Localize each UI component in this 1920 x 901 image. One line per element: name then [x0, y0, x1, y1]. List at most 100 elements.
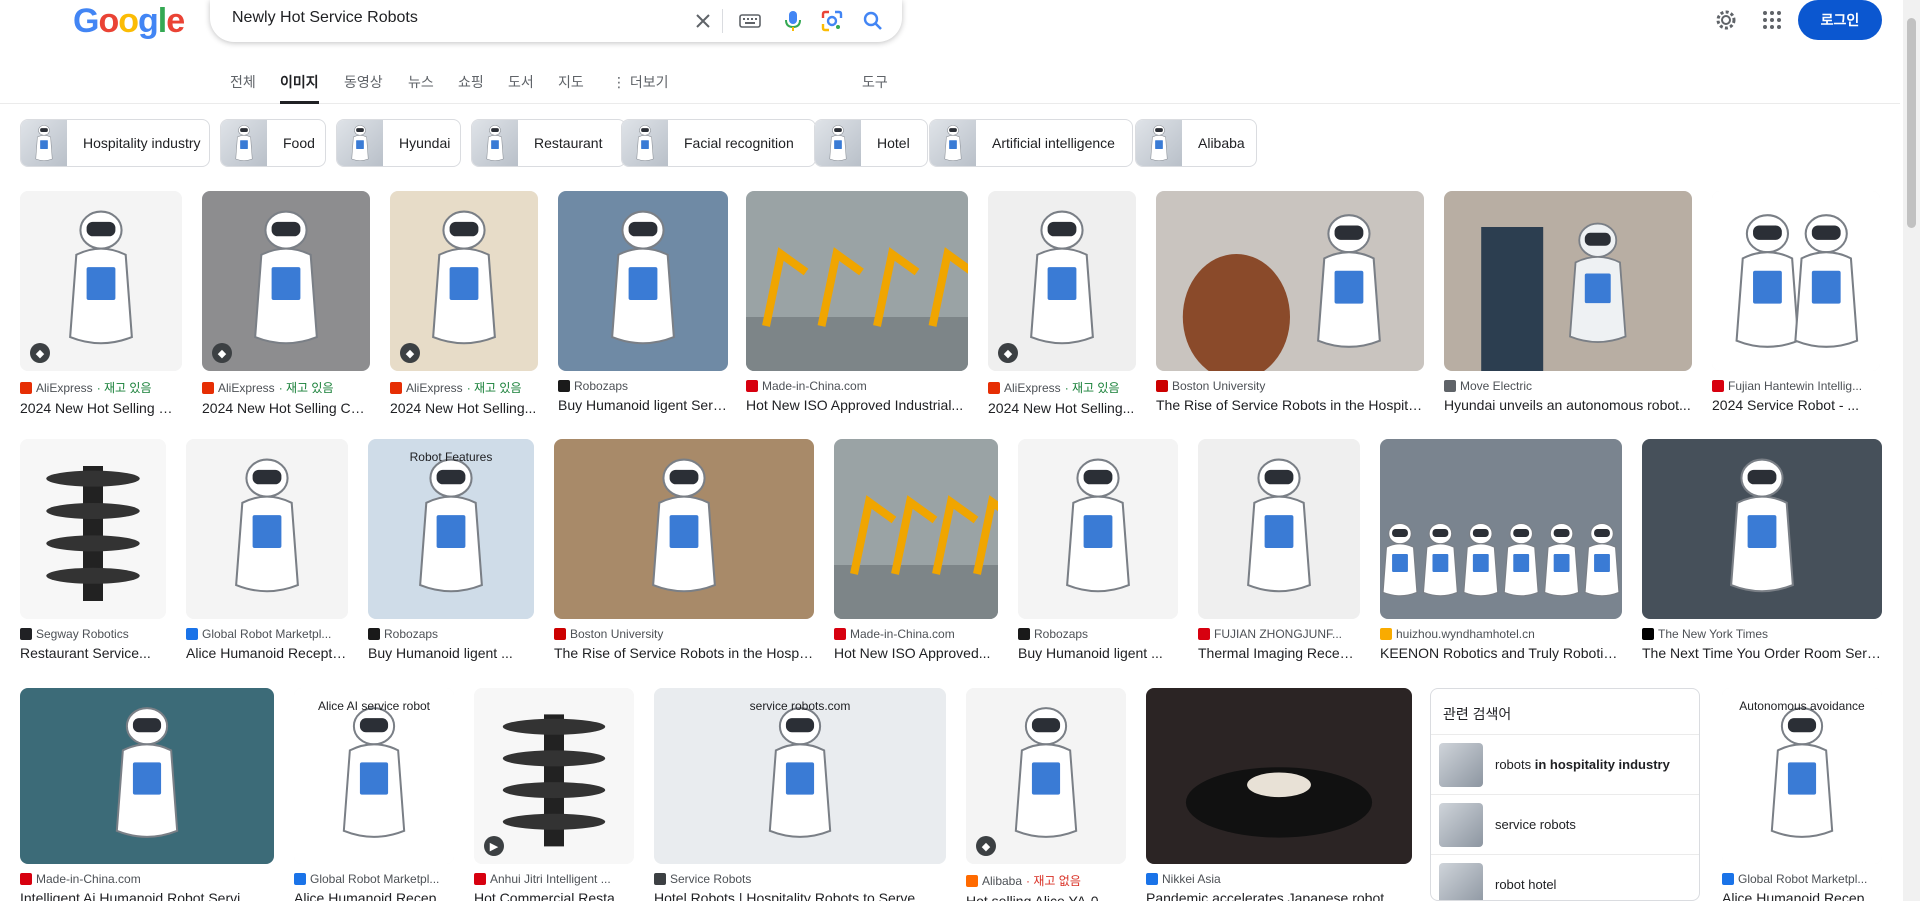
image-result-card[interactable]: Robozaps Buy Humanoid ligent ...	[1018, 439, 1178, 661]
result-thumbnail[interactable]: ▶	[474, 688, 634, 864]
result-title[interactable]: 2024 Service Robot - ...	[1712, 397, 1880, 413]
result-thumbnail[interactable]	[1642, 439, 1882, 619]
result-title[interactable]: Hot selling Alice YA-0...	[966, 893, 1126, 901]
result-source[interactable]: AliExpress · 재고 있음	[202, 379, 370, 396]
tab-maps[interactable]: 지도	[558, 72, 584, 104]
result-title[interactable]: Buy Humanoid ligent ...	[1018, 645, 1178, 661]
image-result-card[interactable]: Made-in-China.com Hot New ISO Approved...	[834, 439, 998, 661]
result-title[interactable]: Hotel Robots | Hospitality Robots to Ser…	[654, 890, 946, 901]
tab-books[interactable]: 도서	[508, 72, 534, 104]
result-title[interactable]: Restaurant Service...	[20, 645, 166, 661]
result-source[interactable]: Anhui Jitri Intelligent ...	[474, 872, 634, 886]
result-source[interactable]: Segway Robotics	[20, 627, 166, 641]
image-result-card[interactable]: FUJIAN ZHONGJUNF... Thermal Imaging Recep…	[1198, 439, 1360, 661]
result-title[interactable]: 2024 New Hot Selling...	[988, 400, 1136, 416]
result-title[interactable]: Alice Humanoid Reception...	[294, 890, 454, 901]
result-thumbnail[interactable]	[1198, 439, 1360, 619]
tab-shopping[interactable]: 쇼핑	[458, 72, 484, 104]
tab-news[interactable]: 뉴스	[408, 72, 434, 104]
tab-images[interactable]: 이미지	[280, 72, 319, 104]
result-title[interactable]: The Rise of Service Robots in the Hospit…	[554, 645, 814, 661]
image-result-card[interactable]: Segway Robotics Restaurant Service...	[20, 439, 166, 661]
search-box[interactable]: Newly Hot Service Robots	[210, 0, 902, 42]
tab-videos[interactable]: 동영상	[344, 72, 383, 104]
result-thumbnail[interactable]: ◆	[988, 191, 1136, 371]
result-title[interactable]: Hot Commercial Restaurant...	[474, 890, 634, 901]
result-source[interactable]: Global Robot Marketpl...	[294, 872, 454, 886]
filter-chip[interactable]: Artificial intelligence	[929, 119, 1133, 167]
result-source[interactable]: Robozaps	[558, 379, 728, 393]
clear-icon[interactable]	[688, 6, 718, 36]
image-result-card[interactable]: Autonomous avoidance Global Robot Marketp…	[1722, 688, 1882, 901]
image-result-card[interactable]: Global Robot Marketpl... Alice Humanoid R…	[186, 439, 348, 661]
result-source[interactable]: AliExpress · 재고 있음	[390, 379, 538, 396]
filter-chip[interactable]: Hotel	[814, 119, 928, 167]
filter-chip[interactable]: Hospitality industry	[20, 119, 210, 167]
result-source[interactable]: Nikkei Asia	[1146, 872, 1412, 886]
microphone-icon[interactable]	[778, 6, 808, 36]
result-title[interactable]: Hot New ISO Approved...	[834, 645, 998, 661]
filter-chip[interactable]: Facial recognition	[621, 119, 816, 167]
result-source[interactable]: Service Robots	[654, 872, 946, 886]
result-thumbnail[interactable]: Alice AI service robot	[294, 688, 454, 864]
tab-more[interactable]: ⋮ 더보기	[612, 72, 669, 104]
image-result-card[interactable]: ◆ AliExpress · 재고 있음 2024 New Hot Selling..…	[390, 191, 538, 416]
search-input[interactable]: Newly Hot Service Robots	[232, 9, 418, 27]
image-result-card[interactable]: ◆ Alibaba · 재고 없음 Hot selling Alice YA-0...	[966, 688, 1126, 901]
result-source[interactable]: Made-in-China.com	[20, 872, 274, 886]
result-thumbnail[interactable]	[1380, 439, 1622, 619]
tab-tools[interactable]: 도구	[862, 72, 888, 104]
result-title[interactable]: Thermal Imaging Reception...	[1198, 645, 1360, 661]
result-thumbnail[interactable]	[1018, 439, 1178, 619]
result-title[interactable]: Hot New ISO Approved Industrial...	[746, 397, 968, 413]
image-result-card[interactable]: Nikkei Asia Pandemic accelerates Japanese…	[1146, 688, 1412, 901]
result-source[interactable]: Robozaps	[368, 627, 534, 641]
image-result-card[interactable]: Alice AI service robot Global Robot Marke…	[294, 688, 454, 901]
image-result-card[interactable]: Robozaps Buy Humanoid ligent Service...	[558, 191, 728, 413]
result-source[interactable]: Alibaba · 재고 없음	[966, 872, 1126, 889]
image-result-card[interactable]: Move Electric Hyundai unveils an autonomo…	[1444, 191, 1692, 413]
result-thumbnail[interactable]	[1444, 191, 1692, 371]
result-source[interactable]: huizhou.wyndhamhotel.cn	[1380, 627, 1622, 641]
result-title[interactable]: The Rise of Service Robots in the Hospit…	[1156, 397, 1424, 413]
result-source[interactable]: Made-in-China.com	[834, 627, 998, 641]
result-source[interactable]: Global Robot Marketpl...	[186, 627, 348, 641]
result-thumbnail[interactable]	[20, 688, 274, 864]
image-result-card[interactable]: Robot Features Robozaps Buy Humanoid ligen…	[368, 439, 534, 661]
result-title[interactable]: 2024 New Hot Selling Commercial...	[202, 400, 370, 416]
keyboard-icon[interactable]	[735, 6, 765, 36]
result-thumbnail[interactable]	[558, 191, 728, 371]
settings-icon[interactable]	[1714, 8, 1738, 37]
lens-icon[interactable]	[817, 6, 847, 36]
result-thumbnail[interactable]: Autonomous avoidance	[1722, 688, 1882, 864]
result-title[interactable]: 2024 New Hot Selling Commercial...	[20, 400, 182, 416]
result-source[interactable]: FUJIAN ZHONGJUNF...	[1198, 627, 1360, 641]
result-title[interactable]: Alice Humanoid Reception...	[186, 645, 348, 661]
result-thumbnail[interactable]	[746, 191, 968, 371]
image-result-card[interactable]: service robots.com Service Robots Hotel Ro…	[654, 688, 946, 901]
result-source[interactable]: AliExpress · 재고 있음	[20, 379, 182, 396]
image-result-card[interactable]: ◆ AliExpress · 재고 있음 2024 New Hot Selling C…	[20, 191, 182, 416]
search-icon[interactable]	[858, 6, 888, 36]
image-result-card[interactable]: Made-in-China.com Intelligent Ai Humanoid…	[20, 688, 274, 901]
filter-chip[interactable]: Alibaba	[1135, 119, 1257, 167]
result-source[interactable]: Global Robot Marketpl...	[1722, 872, 1882, 886]
result-title[interactable]: Pandemic accelerates Japanese robot...	[1146, 890, 1412, 901]
result-thumbnail[interactable]: ◆	[390, 191, 538, 371]
login-button[interactable]: 로그인	[1798, 0, 1882, 40]
result-thumbnail[interactable]	[186, 439, 348, 619]
result-title[interactable]: Alice Humanoid Reception...	[1722, 890, 1882, 901]
filter-chip[interactable]: Hyundai	[336, 119, 461, 167]
scrollbar-thumb[interactable]	[1907, 18, 1916, 228]
related-item[interactable]: robot hotel	[1431, 854, 1699, 900]
related-item[interactable]: service robots	[1431, 794, 1699, 854]
result-title[interactable]: Buy Humanoid ligent Service...	[558, 397, 728, 413]
result-source[interactable]: Robozaps	[1018, 627, 1178, 641]
result-thumbnail[interactable]	[834, 439, 998, 619]
result-source[interactable]: Boston University	[1156, 379, 1424, 393]
google-logo[interactable]: Google	[73, 2, 185, 41]
image-result-card[interactable]: ▶ Anhui Jitri Intelligent ... Hot Commerci…	[474, 688, 634, 901]
result-title[interactable]: KEENON Robotics and Truly Robotics...	[1380, 645, 1622, 661]
result-title[interactable]: The Next Time You Order Room Service...	[1642, 645, 1882, 661]
image-result-card[interactable]: huizhou.wyndhamhotel.cn KEENON Robotics a…	[1380, 439, 1622, 661]
